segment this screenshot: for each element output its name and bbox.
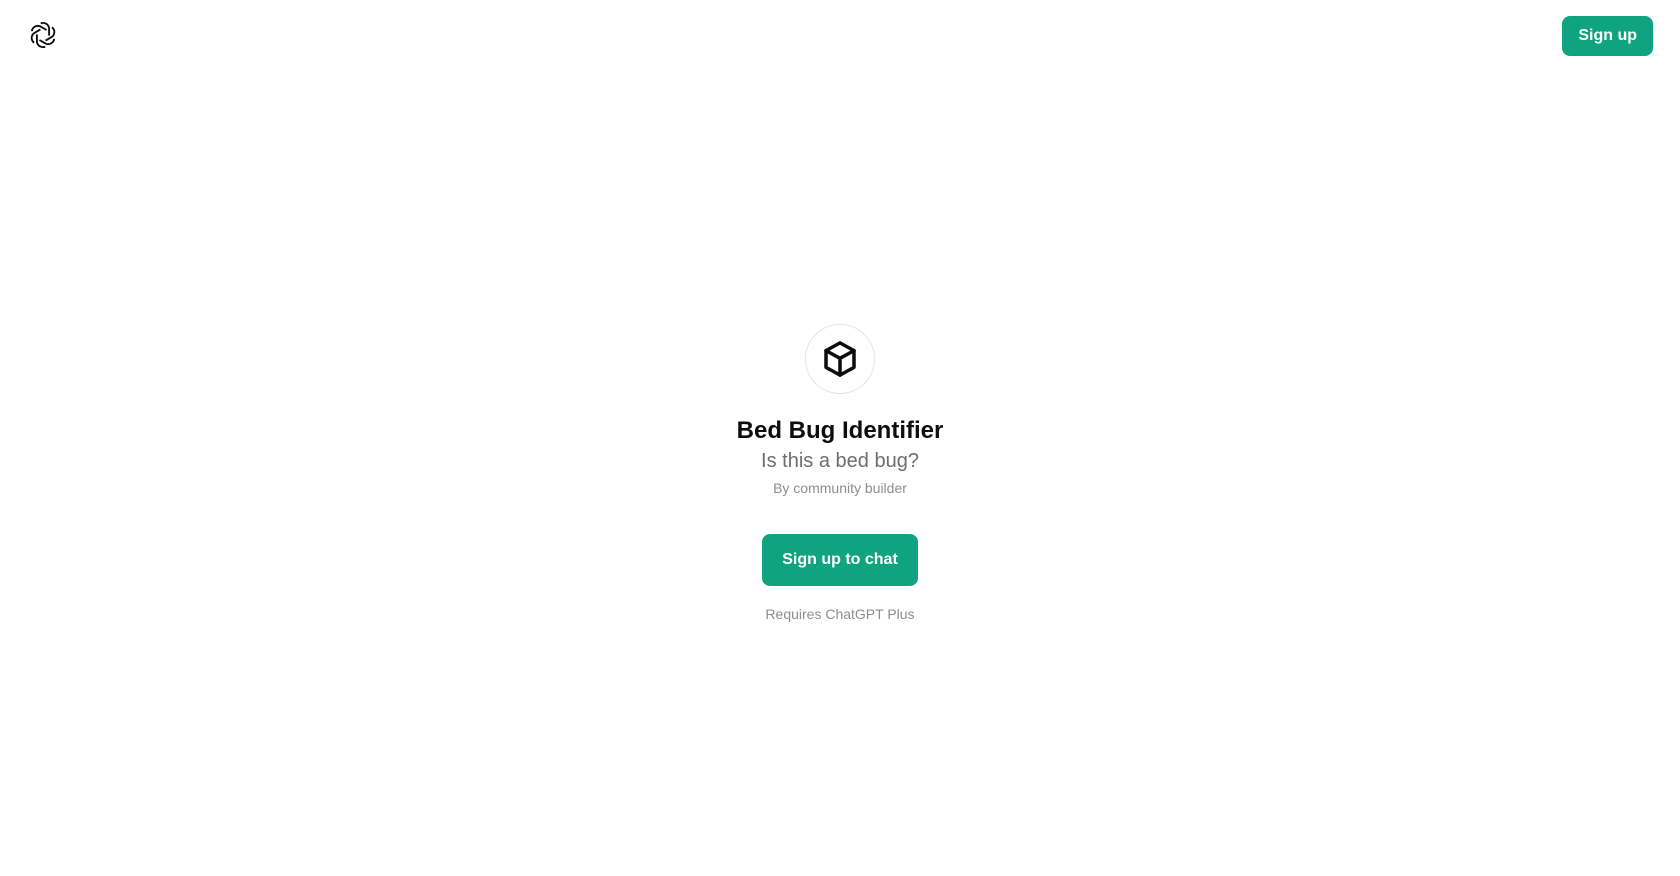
gpt-avatar — [805, 324, 875, 394]
gpt-description: Is this a bed bug? — [761, 450, 919, 472]
gpt-title: Bed Bug Identifier — [736, 417, 944, 444]
cube-icon — [819, 338, 861, 380]
signup-button[interactable]: Sign up — [1562, 16, 1653, 56]
gpt-author: By community builder — [773, 480, 907, 496]
signup-to-chat-button[interactable]: Sign up to chat — [762, 534, 918, 586]
top-bar: Sign up — [0, 0, 1680, 72]
gpt-profile: Bed Bug Identifier Is this a bed bug? By… — [0, 324, 1680, 624]
requirement-note: Requires ChatGPT Plus — [765, 606, 915, 622]
openai-logo-icon[interactable] — [26, 18, 60, 52]
page: Sign up Bed Bug Identifier Is this a bed… — [0, 0, 1680, 876]
